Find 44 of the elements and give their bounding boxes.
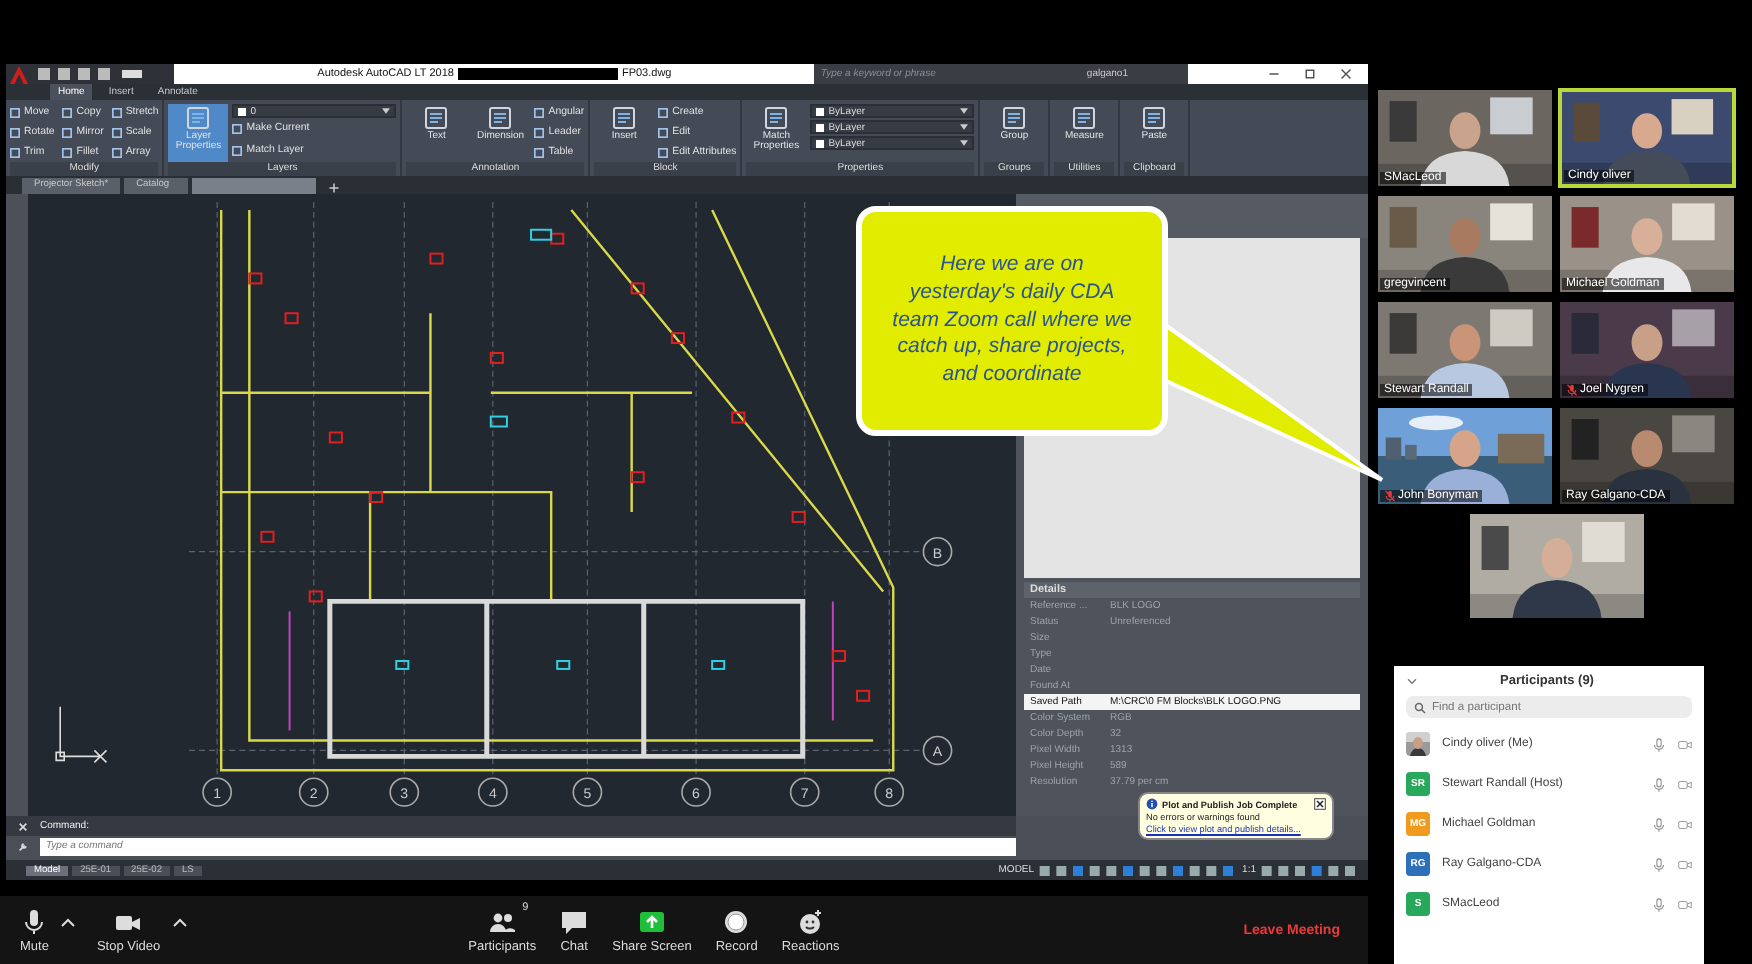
tool-icon xyxy=(186,106,211,130)
maximize-icon[interactable] xyxy=(1304,68,1316,80)
add-tab-icon[interactable] xyxy=(328,182,341,194)
caret-icon[interactable] xyxy=(60,916,77,928)
caret-icon[interactable] xyxy=(382,108,391,114)
tool-icon xyxy=(764,106,789,130)
status-toggles-drawing[interactable] xyxy=(1038,863,1239,877)
info-icon xyxy=(1146,798,1158,810)
tool-icon xyxy=(232,123,243,133)
search-icon xyxy=(1414,701,1426,713)
camera-icon[interactable] xyxy=(1678,857,1692,871)
tool-icon xyxy=(488,106,513,130)
callout-text: Here we are on yesterday's daily CDA team Zoom call where we catch up, share projects, and coordinate xyxy=(856,206,1168,436)
record-icon xyxy=(722,907,751,935)
microphone-icon[interactable] xyxy=(1652,857,1666,871)
tool-icon xyxy=(612,106,637,130)
minimize-icon[interactable] xyxy=(1268,68,1280,80)
wrench-icon[interactable] xyxy=(18,841,28,851)
tool-icon xyxy=(1072,106,1097,130)
microphone-icon[interactable] xyxy=(1652,897,1666,911)
ucs-icon xyxy=(55,705,108,764)
camera-icon[interactable] xyxy=(1678,737,1692,751)
close-icon[interactable] xyxy=(1340,68,1352,80)
camera-icon[interactable] xyxy=(1678,817,1692,831)
caret-icon[interactable] xyxy=(960,108,969,114)
microphone-icon xyxy=(20,907,49,935)
microphone-icon[interactable] xyxy=(1652,777,1666,791)
tool-icon xyxy=(424,106,449,130)
camera-icon[interactable] xyxy=(1678,897,1692,911)
close-icon[interactable] xyxy=(1314,798,1326,810)
caret-icon[interactable] xyxy=(960,124,969,130)
smiley-icon xyxy=(796,907,825,935)
tool-icon xyxy=(232,145,243,155)
caret-icon[interactable] xyxy=(172,916,189,928)
tool-icon xyxy=(1142,106,1167,130)
camera-icon[interactable] xyxy=(1678,777,1692,791)
chat-icon xyxy=(560,907,589,935)
tool-icon xyxy=(1002,106,1027,130)
microphone-icon[interactable] xyxy=(1652,817,1666,831)
caret-icon[interactable] xyxy=(960,140,969,146)
share-screen-icon xyxy=(637,907,666,935)
status-toggles-drawing[interactable] xyxy=(1260,863,1360,877)
chevron-icon[interactable] xyxy=(1406,677,1418,685)
microphone-icon[interactable] xyxy=(1652,737,1666,751)
